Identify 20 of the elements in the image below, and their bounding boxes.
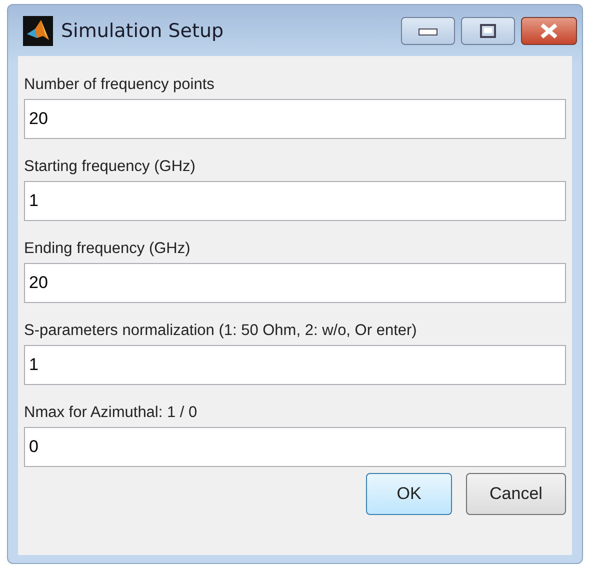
minimize-icon	[418, 26, 438, 36]
app-logo-icon	[23, 16, 53, 46]
minimize-button[interactable]	[401, 16, 455, 44]
maximize-button[interactable]	[461, 16, 515, 44]
close-button[interactable]	[521, 16, 577, 44]
field-label: Ending frequency (GHz)	[24, 240, 192, 258]
ok-button[interactable]: OK	[366, 473, 452, 515]
field-label: S-parameters normalization (1: 50 Ohm, 2: w/o, Or enter)	[24, 322, 418, 340]
input-field[interactable]: 20	[24, 99, 566, 139]
input-field[interactable]: 1	[24, 345, 566, 385]
input-field[interactable]: 1	[24, 181, 566, 221]
input-field[interactable]: 0	[24, 427, 566, 467]
field-label: Starting frequency (GHz)	[24, 158, 196, 176]
cancel-button[interactable]: Cancel	[466, 473, 566, 515]
input-field[interactable]: 20	[24, 263, 566, 303]
field-label: Number of frequency points	[24, 76, 216, 94]
field-label: Nmax for Azimuthal: 1 / 0	[24, 404, 198, 422]
close-icon	[538, 22, 560, 38]
window-title: Simulation Setup	[61, 20, 224, 42]
maximize-icon	[480, 24, 496, 38]
